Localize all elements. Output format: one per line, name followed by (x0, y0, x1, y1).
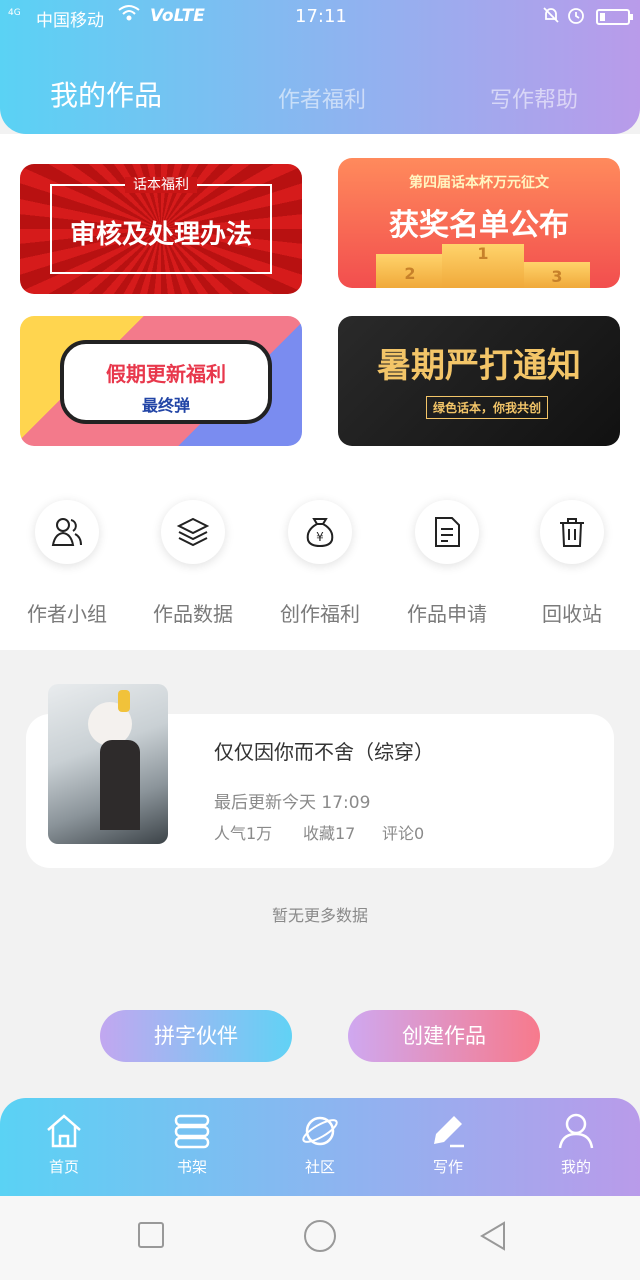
banner-award-list[interactable]: 第四届话本杯万元征文 获奖名单公布 2 1 3 (338, 158, 620, 288)
nav-label: 书架 (176, 1158, 207, 1176)
banner-tag: 话本福利 (125, 177, 197, 193)
bookshelf-icon (174, 1114, 210, 1149)
layers-icon (161, 500, 225, 564)
nav-bookshelf[interactable]: 书架 (152, 1112, 232, 1177)
system-nav-bar (0, 1196, 640, 1280)
banner-subtitle: 绿色话本，你我共创 (426, 396, 549, 419)
bottom-nav: 首页 书架 社区 写作 我的 (0, 1098, 640, 1196)
book-last-updated: 最后更新今天 17:09 (214, 793, 371, 813)
status-bar: 4G 中国移动 VoLTE 17:11 (0, 0, 640, 34)
nav-label: 首页 (48, 1158, 79, 1176)
battery-icon (596, 9, 633, 25)
nav-label: 写作 (432, 1158, 463, 1176)
feature-author-group[interactable]: 作者小组 (17, 500, 117, 627)
feature-label: 回收站 (542, 602, 602, 626)
feature-label: 作品数据 (153, 602, 233, 626)
banner-title: 暑期严打通知 (377, 346, 581, 386)
banner-frame: 话本福利 审核及处理办法 (50, 177, 272, 274)
alarm-icon (566, 5, 586, 30)
phone-illustration: 假期更新福利 最终弹 (60, 340, 272, 424)
book-title: 仅仅因你而不舍（综穿） (214, 740, 434, 764)
podium-second: 2 (376, 254, 444, 288)
wifi-icon (118, 4, 140, 27)
podium-first: 1 (442, 244, 524, 288)
home-icon (47, 1114, 81, 1148)
book-cover-image[interactable] (48, 684, 168, 844)
carrier-name: 中国移动 (36, 11, 104, 31)
trash-icon (540, 500, 604, 564)
feature-label: 创作福利 (280, 602, 360, 626)
bell-off-icon (542, 6, 560, 29)
book-comments: 评论0 (382, 824, 425, 843)
banner-subtitle: 最终弹 (141, 396, 190, 415)
money-bag-icon: ¥ (288, 500, 352, 564)
users-icon (35, 500, 99, 564)
volte-label: VoLTE (150, 6, 205, 26)
feature-works-data[interactable]: 作品数据 (143, 500, 243, 627)
nav-community[interactable]: 社区 (280, 1112, 360, 1177)
banner-title: 审核及处理办法 (69, 220, 252, 250)
no-more-data-text: 暂无更多数据 (271, 906, 368, 925)
back-triangle-icon (480, 1221, 505, 1251)
banner-review-policy[interactable]: 话本福利 审核及处理办法 (20, 164, 302, 294)
tab-my-works[interactable]: 我的作品 (50, 74, 162, 114)
planet-icon (302, 1116, 338, 1146)
user-icon (558, 1113, 594, 1149)
document-icon (415, 500, 479, 564)
pen-icon (434, 1116, 464, 1148)
tab-author-benefits[interactable]: 作者福利 (278, 82, 366, 114)
feature-label: 作者小组 (27, 602, 107, 626)
book-favorites: 收藏17 (303, 824, 356, 843)
main-content: 话本福利 审核及处理办法 第四届话本杯万元征文 获奖名单公布 2 1 3 假期更… (0, 134, 640, 650)
feature-recycle-bin[interactable]: 回收站 (522, 500, 622, 627)
home-button[interactable] (304, 1220, 336, 1252)
banner-title: 假期更新福利 (106, 362, 226, 386)
banner-tag: 第四届话本杯万元征文 (409, 175, 549, 191)
nav-me[interactable]: 我的 (536, 1112, 616, 1177)
status-time: 17:11 (295, 6, 347, 27)
nav-write[interactable]: 写作 (408, 1112, 488, 1177)
feature-works-application[interactable]: 作品申请 (397, 500, 497, 627)
nav-home[interactable]: 首页 (24, 1112, 104, 1177)
feature-creation-benefits[interactable]: ¥ 创作福利 (270, 500, 370, 627)
nav-label: 我的 (560, 1158, 591, 1176)
book-popularity: 人气1万 (214, 824, 273, 843)
podium-third: 3 (524, 262, 590, 288)
recent-apps-button[interactable] (138, 1222, 164, 1248)
signal-label: 4G (8, 8, 21, 18)
banner-holiday-benefit[interactable]: 假期更新福利 最终弹 (20, 316, 302, 446)
create-work-button[interactable]: 创建作品 (348, 1010, 540, 1062)
svg-text:¥: ¥ (316, 530, 324, 544)
header: 4G 中国移动 VoLTE 17:11 我的作品 作者福利 写作帮助 (0, 0, 640, 134)
writing-partner-button[interactable]: 拼字伙伴 (100, 1010, 292, 1062)
back-button[interactable] (478, 1220, 508, 1256)
banner-summer-crackdown[interactable]: 暑期严打通知 绿色话本，你我共创 (338, 316, 620, 446)
nav-label: 社区 (304, 1158, 335, 1176)
tab-writing-help[interactable]: 写作帮助 (490, 82, 578, 114)
feature-label: 作品申请 (407, 602, 487, 626)
banner-title: 获奖名单公布 (389, 208, 569, 243)
